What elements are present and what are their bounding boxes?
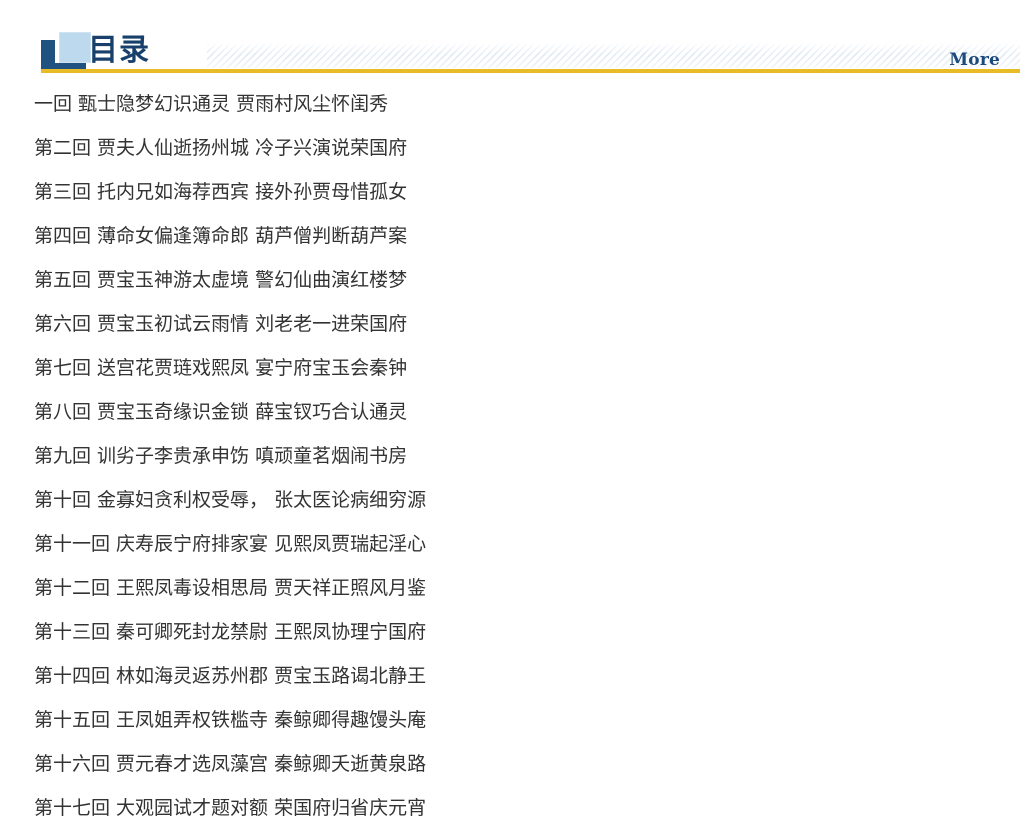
list-item[interactable]: 第十四回 林如海灵返苏州郡 贾宝玉路谒北静王 bbox=[0, 654, 1033, 698]
list-item[interactable]: 第十三回 秦可卿死封龙禁尉 王熙凤协理宁国府 bbox=[0, 610, 1033, 654]
more-link[interactable]: More bbox=[949, 50, 1000, 70]
list-item[interactable]: 第十一回 庆寿辰宁府排家宴 见熙凤贾瑞起淫心 bbox=[0, 522, 1033, 566]
list-item[interactable]: 第三回 托内兄如海荐西宾 接外孙贾母惜孤女 bbox=[0, 170, 1033, 214]
list-item[interactable]: 第十回 金寡妇贪利权受辱， 张太医论病细穷源 bbox=[0, 478, 1033, 522]
decorative-hatch-band bbox=[207, 44, 1020, 68]
header-gold-rule bbox=[41, 69, 1020, 73]
list-item[interactable]: 第十二回 王熙凤毒设相思局 贾天祥正照风月鉴 bbox=[0, 566, 1033, 610]
list-item[interactable]: 第七回 送宫花贾琏戏熙凤 宴宁府宝玉会秦钟 bbox=[0, 346, 1033, 390]
list-item[interactable]: 第六回 贾宝玉初试云雨情 刘老老一进荣国府 bbox=[0, 302, 1033, 346]
page-title: 目录 bbox=[88, 33, 150, 68]
list-item[interactable]: 第八回 贾宝玉奇缘识金锁 薛宝钗巧合认通灵 bbox=[0, 390, 1033, 434]
list-item[interactable]: 第二回 贾夫人仙逝扬州城 冷子兴演说荣国府 bbox=[0, 126, 1033, 170]
list-item[interactable]: 一回 甄士隐梦幻识通灵 贾雨村风尘怀闺秀 bbox=[0, 82, 1033, 126]
list-item[interactable]: 第十六回 贾元春才选凤藻宫 秦鲸卿夭逝黄泉路 bbox=[0, 742, 1033, 786]
list-item[interactable]: 第十七回 大观园试才题对额 荣国府归省庆元宵 bbox=[0, 786, 1033, 830]
list-item[interactable]: 第九回 训劣子李贵承申饬 嗔顽童茗烟闹书房 bbox=[0, 434, 1033, 478]
table-of-contents-list: 一回 甄士隐梦幻识通灵 贾雨村风尘怀闺秀 第二回 贾夫人仙逝扬州城 冷子兴演说荣… bbox=[0, 82, 1033, 830]
list-item[interactable]: 第十五回 王凤姐弄权铁槛寺 秦鲸卿得趣馒头庵 bbox=[0, 698, 1033, 742]
page-header: 目录 More bbox=[0, 0, 1033, 82]
list-item[interactable]: 第四回 薄命女偏逢簿命郎 葫芦僧判断葫芦案 bbox=[0, 214, 1033, 258]
logo-square-shape bbox=[59, 32, 91, 63]
list-item[interactable]: 第五回 贾宝玉神游太虚境 警幻仙曲演红楼梦 bbox=[0, 258, 1033, 302]
